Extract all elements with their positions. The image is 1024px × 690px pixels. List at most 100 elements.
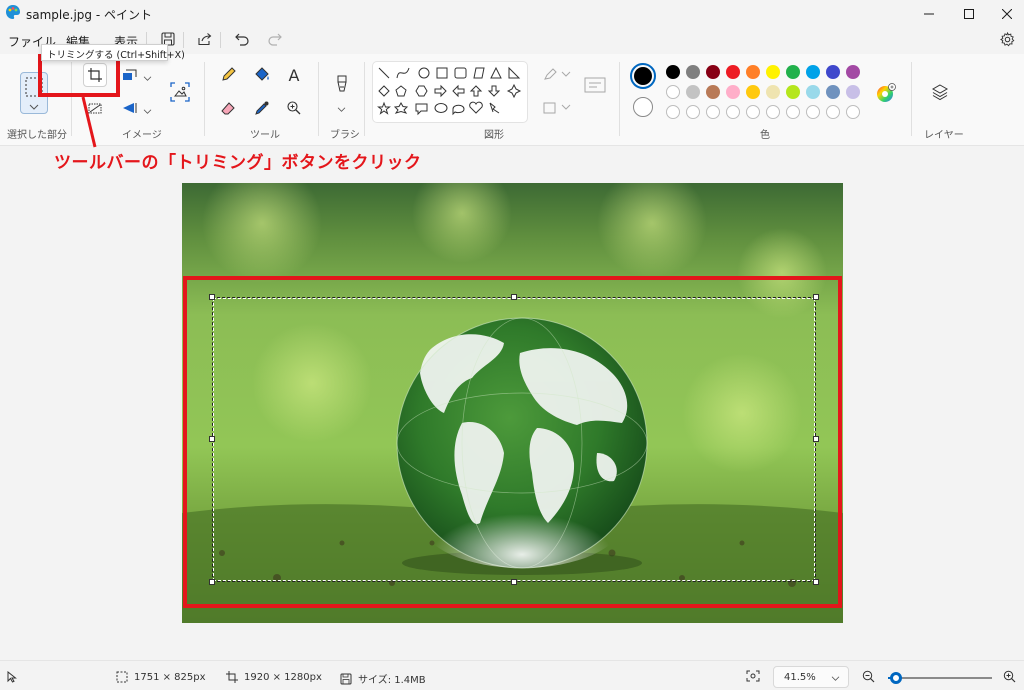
- selection-handle-top-right[interactable]: [813, 294, 819, 300]
- selection-handle-left[interactable]: [209, 436, 215, 442]
- color-swatch[interactable]: [686, 65, 700, 79]
- color-swatch[interactable]: [786, 65, 800, 79]
- color-palette: [666, 65, 862, 121]
- file-save-icon: [340, 673, 352, 684]
- selection-icon: [116, 671, 128, 683]
- color-swatch[interactable]: [746, 65, 760, 79]
- annotation-pointer-line: [81, 96, 97, 148]
- rotate-flip-icon[interactable]: [118, 96, 142, 120]
- magnifier-icon[interactable]: [282, 96, 306, 120]
- image-size-status: 1920 × 1280px: [226, 671, 322, 683]
- image-creator-icon[interactable]: [168, 80, 192, 104]
- menu-separator: [220, 32, 221, 48]
- group-label-shapes: 図形: [484, 130, 504, 141]
- selection-handle-bottom-right[interactable]: [813, 579, 819, 585]
- window-title: sample.jpg - ペイント: [26, 8, 152, 22]
- brush-icon[interactable]: [330, 72, 354, 96]
- color-swatch[interactable]: [806, 65, 820, 79]
- share-icon[interactable]: [192, 28, 218, 50]
- shapes-gallery: [372, 61, 528, 123]
- color-swatch[interactable]: [686, 85, 700, 99]
- group-separator: [318, 62, 319, 136]
- canvas-size-icon: [226, 671, 238, 683]
- custom-color-slot[interactable]: [726, 105, 740, 119]
- custom-color-slot[interactable]: [846, 105, 860, 119]
- zoom-out-icon[interactable]: [862, 670, 875, 686]
- color-swatch[interactable]: [826, 65, 840, 79]
- primary-color-button[interactable]: [630, 63, 656, 89]
- chevron-down-icon[interactable]: [143, 71, 152, 85]
- color-picker-icon[interactable]: [250, 96, 274, 120]
- selection-handle-top[interactable]: [511, 294, 517, 300]
- custom-color-slot[interactable]: [666, 105, 680, 119]
- resize-image-icon[interactable]: [118, 63, 142, 87]
- status-bar: 1751 × 825px 1920 × 1280px サイズ: 1.4MB 41…: [0, 660, 1024, 690]
- maximize-button[interactable]: [952, 0, 986, 28]
- file-size-status: サイズ: 1.4MB: [340, 671, 426, 686]
- undo-icon[interactable]: [229, 28, 255, 50]
- group-label-layers: レイヤー: [924, 130, 964, 141]
- annotation-text: ツールバーの「トリミング」ボタンをクリック: [54, 153, 422, 173]
- custom-color-slot[interactable]: [746, 105, 760, 119]
- color-swatch[interactable]: [766, 85, 780, 99]
- image-size-text: 1920 × 1280px: [244, 671, 322, 683]
- title-bar: sample.jpg - ペイント: [0, 0, 1024, 28]
- custom-color-slot[interactable]: [806, 105, 820, 119]
- color-swatch[interactable]: [666, 65, 680, 79]
- layers-icon[interactable]: [928, 80, 952, 104]
- zoom-slider-thumb[interactable]: [890, 672, 902, 684]
- color-swatch[interactable]: [846, 85, 860, 99]
- text-tool-icon[interactable]: A: [282, 63, 306, 87]
- custom-color-slot[interactable]: [706, 105, 720, 119]
- color-swatch[interactable]: [806, 85, 820, 99]
- group-separator: [204, 62, 205, 136]
- minimize-button[interactable]: [912, 0, 946, 28]
- eraser-icon[interactable]: [216, 96, 240, 120]
- color-swatch[interactable]: [826, 85, 840, 99]
- menu-separator: [183, 32, 184, 48]
- color-swatch[interactable]: [726, 85, 740, 99]
- redo-icon[interactable]: [262, 28, 288, 50]
- color-swatch[interactable]: [786, 85, 800, 99]
- color-swatch[interactable]: [746, 85, 760, 99]
- custom-color-slot[interactable]: [826, 105, 840, 119]
- group-label-selection: 選択した部分: [7, 130, 67, 141]
- selection-rectangle[interactable]: [212, 297, 816, 582]
- text-box-icon[interactable]: [584, 76, 606, 97]
- shape-outline-icon[interactable]: [543, 67, 571, 84]
- pointer-icon: [7, 670, 17, 686]
- close-button[interactable]: [990, 0, 1024, 28]
- zoom-level-select[interactable]: 41.5%: [773, 666, 849, 688]
- custom-color-slot[interactable]: [786, 105, 800, 119]
- selection-handle-right[interactable]: [813, 436, 819, 442]
- selection-handle-bottom-left[interactable]: [209, 579, 215, 585]
- fill-bucket-icon[interactable]: [250, 63, 274, 87]
- pencil-icon[interactable]: [216, 63, 240, 87]
- color-swatch[interactable]: [726, 65, 740, 79]
- group-label-colors: 色: [760, 130, 770, 141]
- zoom-in-icon[interactable]: [1003, 670, 1016, 686]
- chevron-down-icon[interactable]: [143, 104, 152, 118]
- secondary-color-button[interactable]: [633, 97, 653, 117]
- chevron-down-icon[interactable]: [29, 100, 39, 114]
- selection-handle-bottom[interactable]: [511, 579, 517, 585]
- group-separator: [619, 62, 620, 136]
- settings-gear-icon[interactable]: [994, 28, 1020, 50]
- selection-handle-top-left[interactable]: [209, 294, 215, 300]
- color-swatch[interactable]: [846, 65, 860, 79]
- paint-app-icon: [5, 4, 21, 20]
- crop-tooltip: トリミングする (Ctrl+Shift+X): [41, 44, 185, 61]
- zoom-slider-track[interactable]: [888, 677, 992, 679]
- color-swatch[interactable]: [706, 65, 720, 79]
- color-swatch[interactable]: [766, 65, 780, 79]
- edit-colors-icon[interactable]: [876, 83, 896, 103]
- group-label-brush: ブラシ: [330, 130, 360, 141]
- custom-color-slot[interactable]: [766, 105, 780, 119]
- shape-fill-icon[interactable]: [543, 100, 571, 117]
- color-swatch[interactable]: [706, 85, 720, 99]
- chevron-down-icon[interactable]: [337, 102, 346, 116]
- selection-size-status: 1751 × 825px: [116, 671, 206, 683]
- custom-color-slot[interactable]: [686, 105, 700, 119]
- color-swatch[interactable]: [666, 85, 680, 99]
- fit-to-window-icon[interactable]: [746, 670, 760, 685]
